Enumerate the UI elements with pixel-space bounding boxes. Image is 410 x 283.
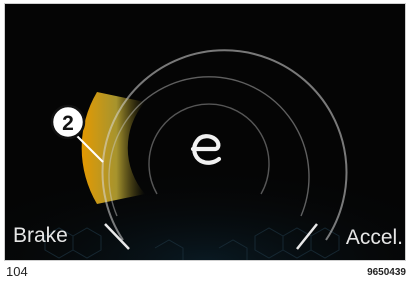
figure-code: 9650439 [367,267,406,278]
accel-label: Accel. [345,226,403,249]
page-number: 104 [6,264,28,279]
power-meter-graphic: 2 [5,4,405,260]
power-meter-display: 2 Brake Accel. [4,3,406,261]
brake-label: Brake [13,224,68,247]
callout-badge: 2 [50,104,86,140]
callout-number: 2 [62,112,74,135]
